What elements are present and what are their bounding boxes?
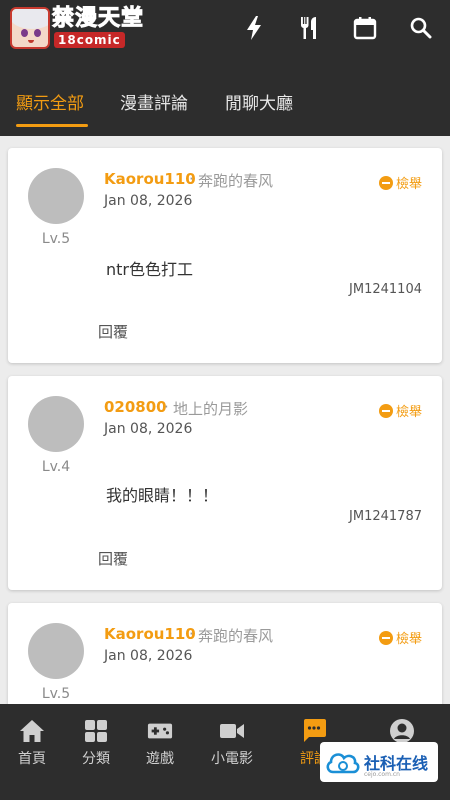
watermark: 社科在线 cejo.com.cn: [320, 742, 438, 782]
name-separator: ·: [189, 170, 194, 188]
user-subtitle: 奔跑的春风: [198, 627, 274, 645]
nav-label: 分類: [82, 751, 110, 767]
watermark-url: cejo.com.cn: [364, 771, 400, 778]
comment-date: Jan 08, 2026: [104, 421, 193, 437]
report-button[interactable]: 檢舉: [378, 173, 422, 192]
user-subtitle: 奔跑的春风: [198, 172, 274, 190]
nav-label: 遊戲: [146, 751, 174, 767]
name-separator: ·: [189, 625, 194, 643]
user-level: Lv.5: [41, 231, 71, 247]
active-tab-indicator: [16, 124, 88, 127]
avatar[interactable]: [28, 168, 84, 224]
username[interactable]: Kaorou110: [104, 170, 196, 188]
tab-comic-reviews[interactable]: 漫畫評論: [120, 89, 188, 114]
nav-home[interactable]: 首頁: [0, 718, 64, 768]
calendar-icon[interactable]: [351, 14, 379, 42]
report-button[interactable]: 檢舉: [378, 628, 422, 647]
user-level: Lv.5: [41, 686, 71, 702]
lightning-icon[interactable]: [240, 14, 268, 42]
username[interactable]: 020800: [104, 398, 167, 416]
profile-icon: [389, 718, 415, 744]
comment-card: Lv.5 Kaorou110 · 奔跑的春风 Jan 08, 2026 檢舉 n…: [8, 148, 442, 363]
comment-date: Jan 08, 2026: [104, 193, 193, 209]
username[interactable]: Kaorou110: [104, 625, 196, 643]
avatar[interactable]: [28, 396, 84, 452]
comment-card: Lv.4 020800 · 地上的月影 Jan 08, 2026 檢舉 我的眼睛…: [8, 376, 442, 590]
user-subtitle: 地上的月影: [173, 400, 249, 418]
nav-label: 首頁: [18, 751, 46, 767]
fork-knife-icon[interactable]: [296, 14, 324, 42]
comment-date: Jan 08, 2026: [104, 648, 193, 664]
top-app-bar: 禁漫天堂 18comic: [0, 0, 450, 56]
app-logo[interactable]: 禁漫天堂 18comic: [10, 6, 144, 49]
tab-show-all[interactable]: 顯示全部: [16, 89, 84, 114]
reply-button[interactable]: 回覆: [98, 321, 128, 342]
nav-categories[interactable]: 分類: [64, 718, 128, 768]
nav-games[interactable]: 遊戲: [128, 718, 192, 768]
report-label: 檢舉: [395, 405, 422, 420]
name-separator: ·: [164, 398, 169, 416]
gamepad-icon: [147, 718, 173, 744]
comment-text: ntr色色打工: [106, 260, 193, 279]
logo-mascot-icon: [10, 7, 50, 49]
logo-subtitle: 18comic: [54, 32, 125, 48]
user-level: Lv.4: [41, 459, 71, 475]
nav-label: 小電影: [211, 751, 253, 767]
video-icon: [219, 718, 245, 744]
comment-card: Lv.5 Kaorou110 · 奔跑的春风 Jan 08, 2026 檢舉: [8, 603, 442, 713]
tab-bar: 顯示全部 漫畫評論 閒聊大廳: [0, 56, 450, 136]
report-label: 檢舉: [395, 177, 422, 192]
comment-icon: [301, 718, 327, 744]
comic-id-link[interactable]: JM1241104: [349, 282, 422, 297]
tab-chat-lobby[interactable]: 閒聊大廳: [225, 89, 293, 114]
report-label: 檢舉: [395, 632, 422, 647]
comment-text: 我的眼睛！！！: [106, 486, 219, 505]
cloud-logo-icon: [324, 748, 360, 776]
minus-circle-icon: [378, 175, 393, 190]
reply-button[interactable]: 回覆: [98, 548, 128, 569]
logo-title: 禁漫天堂: [51, 6, 145, 31]
report-button[interactable]: 檢舉: [378, 401, 422, 420]
avatar[interactable]: [28, 623, 84, 679]
minus-circle-icon: [378, 630, 393, 645]
grid-icon: [83, 718, 109, 744]
nav-videos[interactable]: 小電影: [200, 718, 264, 768]
comic-id-link[interactable]: JM1241787: [349, 509, 422, 524]
minus-circle-icon: [378, 403, 393, 418]
home-icon: [19, 718, 45, 744]
search-icon[interactable]: [407, 14, 435, 42]
